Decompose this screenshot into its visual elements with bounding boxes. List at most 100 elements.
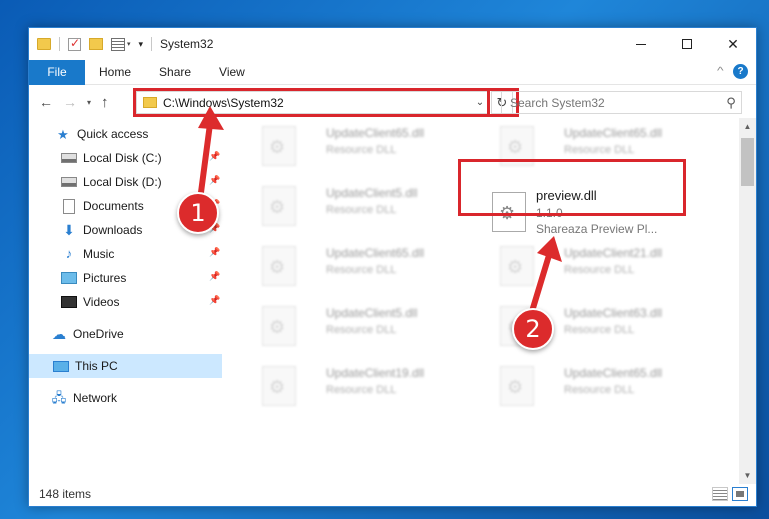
dll-file-icon [492,192,526,232]
search-box[interactable]: ⚲ [501,91,742,114]
help-icon[interactable]: ? [733,64,748,79]
file-name: UpdateClient65.dll [564,126,663,140]
file-item[interactable]: UpdateClient5.dll Resource DLL [252,298,478,350]
file-name: UpdateClient65.dll [326,246,425,260]
back-button[interactable]: ← [39,94,53,110]
file-item[interactable]: UpdateClient65.dll Resource DLL [252,238,478,290]
expand-ribbon-icon[interactable]: ^ [717,66,724,77]
sidebar-item-this-pc[interactable]: This PC [29,354,222,378]
minimize-icon [636,43,646,45]
tab-file[interactable]: File [29,59,85,85]
sidebar-item-videos[interactable]: Videos 📌 [29,290,222,314]
file-name: UpdateClient19.dll [326,366,425,380]
file-type: Resource DLL [564,324,635,336]
ribbon-right-controls: ^ ? [717,64,748,79]
recent-locations-button[interactable]: ▾ [87,98,91,107]
file-name: UpdateClient63.dll [564,306,663,320]
dll-file-icon [500,246,534,286]
file-item[interactable]: UpdateClient65.dll Resource DLL [490,118,716,170]
dll-file-icon [262,306,296,346]
network-icon: 🖧 [51,390,67,405]
title-bar: ▾ ▾ System32 ✕ [29,28,756,60]
pin-icon[interactable]: 📌 [209,271,220,282]
this-pc-icon [53,360,69,372]
sidebar-item-local-disk-c[interactable]: Local Disk (C:) 📌 [29,146,222,170]
search-icon[interactable]: ⚲ [721,95,741,111]
file-name: UpdateClient65.dll [326,126,425,140]
videos-icon [61,296,77,308]
scrollbar-thumb[interactable] [741,138,754,186]
drive-icon [61,153,77,163]
address-dropdown-icon[interactable]: ⌄ [471,97,489,108]
pin-icon[interactable]: 📌 [209,175,220,186]
tab-share[interactable]: Share [145,65,205,79]
tab-home[interactable]: Home [85,65,145,79]
pin-icon[interactable]: 📌 [209,247,220,258]
view-buttons [708,487,748,501]
file-item[interactable]: UpdateClient19.dll Resource DLL [252,358,478,410]
file-item[interactable]: UpdateClient65.dll Resource DLL [252,118,478,170]
address-path[interactable]: C:\Windows\System32 [163,96,471,110]
address-bar[interactable]: C:\Windows\System32 ⌄ [136,91,490,114]
dll-file-icon [262,126,296,166]
sidebar-item-label: Local Disk (C:) [83,151,162,165]
chevron-down-icon[interactable]: ▾ [127,40,131,48]
file-item[interactable]: UpdateClient21.dll Resource DLL [490,238,716,290]
properties-checkbox-icon[interactable] [68,36,81,51]
properties-icon[interactable] [111,37,125,51]
new-folder-icon[interactable] [89,38,103,50]
file-description: Shareaza Preview Pl... [536,222,658,236]
large-icons-view-icon[interactable] [732,487,748,501]
file-type: Resource DLL [564,264,635,276]
file-item[interactable]: UpdateClient65.dll Resource DLL [490,358,716,410]
sidebar-item-label: Music [83,247,115,261]
folder-icon [37,38,51,50]
sidebar-item-onedrive[interactable]: ☁ OneDrive [29,322,222,346]
navigation-pane: ★ Quick access Local Disk (C:) 📌 Local D… [29,122,222,480]
file-name: preview.dll [536,188,597,203]
details-view-icon[interactable] [712,487,728,501]
downloads-icon: ⬇ [63,222,75,238]
onedrive-icon: ☁ [52,326,66,342]
maximize-icon [682,39,692,49]
sidebar-item-local-disk-d[interactable]: Local Disk (D:) 📌 [29,170,222,194]
quick-access-toolbar: ▾ ▾ [37,36,151,51]
sidebar-item-pictures[interactable]: Pictures 📌 [29,266,222,290]
window-controls: ✕ [618,28,756,60]
sidebar-item-label: This PC [75,359,118,373]
close-button[interactable]: ✕ [710,28,756,60]
drive-icon [61,177,77,187]
step-2-badge: 2 [512,308,554,350]
dll-file-icon [500,126,534,166]
dll-file-icon [262,366,296,406]
forward-button[interactable]: → [63,94,77,110]
sidebar-item-music[interactable]: ♪ Music 📌 [29,242,222,266]
sidebar-item-network[interactable]: 🖧 Network [29,386,222,410]
divider [151,37,153,51]
file-name: UpdateClient5.dll [326,186,418,200]
vertical-scrollbar[interactable]: ▲ ▼ [739,118,756,484]
file-version: 1.1.0 [536,206,563,220]
search-input[interactable] [502,95,721,110]
status-bar: 148 items [29,482,756,506]
ribbon-tabs: File Home Share View ^ ? [29,59,756,85]
pin-icon[interactable]: 📌 [209,151,220,162]
sidebar-item-quick-access[interactable]: ★ Quick access [29,122,222,146]
file-item[interactable]: UpdateClient5.dll Resource DLL [252,178,478,230]
customize-toolbar-button[interactable]: ▾ [139,39,144,50]
item-count: 148 items [39,487,92,501]
sidebar-item-label: OneDrive [73,327,124,341]
sidebar-item-label: Quick access [77,127,149,141]
window-title: System32 [160,37,214,51]
tab-view[interactable]: View [205,65,259,79]
up-button[interactable]: ↑ [101,94,109,111]
maximize-button[interactable] [664,28,710,60]
scroll-up-icon[interactable]: ▲ [739,118,756,135]
minimize-button[interactable] [618,28,664,60]
file-type: Resource DLL [326,144,397,156]
file-explorer-window: ▾ ▾ System32 ✕ File Home Share View ^ ? … [28,27,757,507]
documents-icon [63,198,75,214]
file-item-preview-dll[interactable]: preview.dll 1.1.0 Shareaza Preview Pl... [488,188,714,240]
pin-icon[interactable]: 📌 [209,295,220,306]
star-icon: ★ [57,127,69,142]
